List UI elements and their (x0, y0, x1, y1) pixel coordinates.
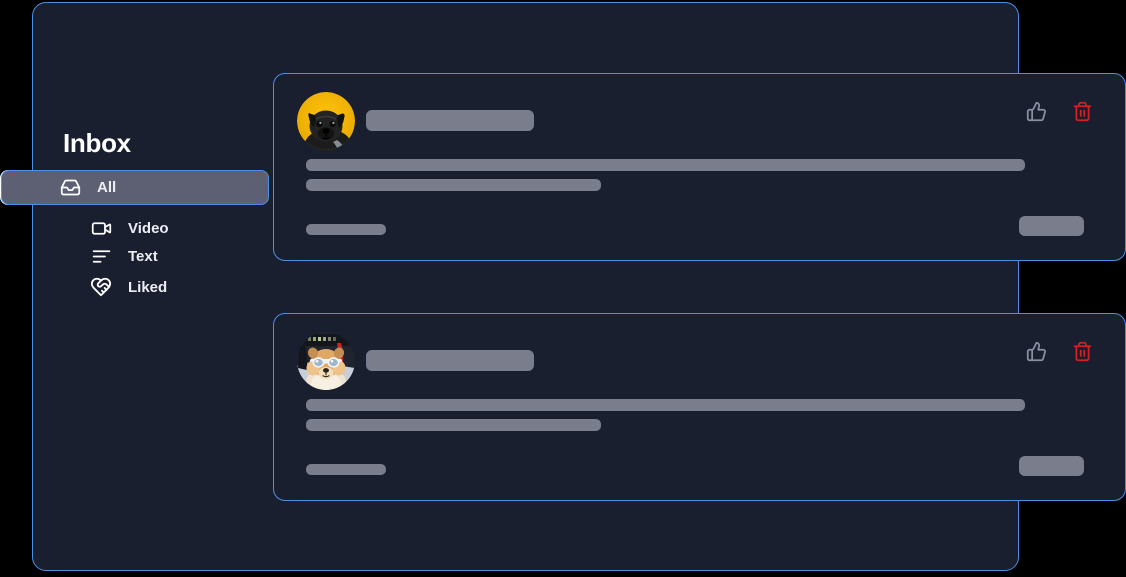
sidebar-item-label: Liked (128, 278, 168, 296)
sidebar-item-label: Video (128, 219, 169, 237)
card-actions (1025, 100, 1093, 122)
message-line-placeholder (306, 159, 1025, 171)
thumbs-up-icon[interactable] (1025, 100, 1047, 122)
trash-icon[interactable] (1071, 100, 1093, 122)
message-meta-placeholder (306, 464, 386, 475)
message-meta-placeholder (306, 224, 386, 235)
page-title: Inbox (63, 128, 131, 158)
message-card[interactable] (273, 73, 1126, 261)
message-line-placeholder (306, 399, 1025, 411)
avatar (297, 332, 355, 390)
sidebar: Inbox All Video Text Liked (0, 3, 269, 572)
text-lines-icon (90, 245, 112, 267)
sidebar-item-liked[interactable]: Liked (90, 276, 167, 298)
message-line-placeholder (306, 179, 601, 191)
thumbs-up-icon[interactable] (1025, 340, 1047, 362)
card-actions (1025, 340, 1093, 362)
message-line-placeholder (306, 419, 601, 431)
avatar (297, 92, 355, 150)
card-action-button-placeholder[interactable] (1019, 456, 1084, 476)
sidebar-item-all[interactable]: All (1, 170, 269, 205)
inbox-icon (59, 177, 81, 199)
heart-handshake-icon (90, 276, 112, 298)
app-window: Inbox All Video Text Liked (0, 2, 1126, 572)
sidebar-item-text[interactable]: Text (90, 245, 158, 267)
video-icon (90, 217, 112, 239)
sender-name-placeholder (366, 350, 534, 371)
sidebar-item-video[interactable]: Video (90, 217, 169, 239)
sidebar-item-label: Text (128, 247, 158, 265)
trash-icon[interactable] (1071, 340, 1093, 362)
card-action-button-placeholder[interactable] (1019, 216, 1084, 236)
sidebar-item-label: All (97, 179, 117, 196)
message-card[interactable] (273, 313, 1126, 501)
sender-name-placeholder (366, 110, 534, 131)
